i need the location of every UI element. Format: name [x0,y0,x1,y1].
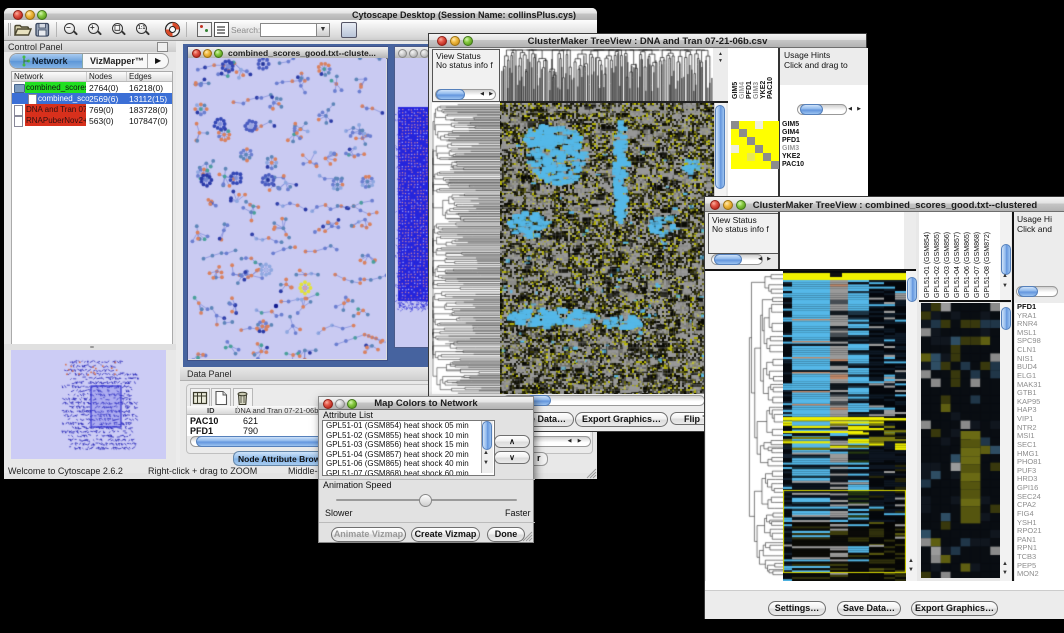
svg-text:PFD1: PFD1 [746,81,753,99]
svg-text:GPL51-03 (GSM856): GPL51-03 (GSM856) [944,232,951,298]
svg-text:GIM4: GIM4 [739,82,746,99]
svg-text:GPL51-01 (GSM854): GPL51-01 (GSM854) [924,232,931,298]
svg-text:GPL51-04 (GSM857): GPL51-04 (GSM857) [954,232,961,298]
svg-text:YKE2: YKE2 [760,81,767,99]
svg-text:GIM5: GIM5 [732,82,739,99]
svg-text:GPL51-07 (GSM868): GPL51-07 (GSM868) [974,232,981,298]
svg-text:GPL51-08 (GSM872): GPL51-08 (GSM872) [984,232,991,298]
svg-text:GPL51-06 (GSM865): GPL51-06 (GSM865) [964,232,971,298]
svg-text:GIM3: GIM3 [753,82,760,99]
svg-text:GPL51-02 (GSM855): GPL51-02 (GSM855) [934,232,941,298]
svg-text:PAC10: PAC10 [767,77,774,99]
